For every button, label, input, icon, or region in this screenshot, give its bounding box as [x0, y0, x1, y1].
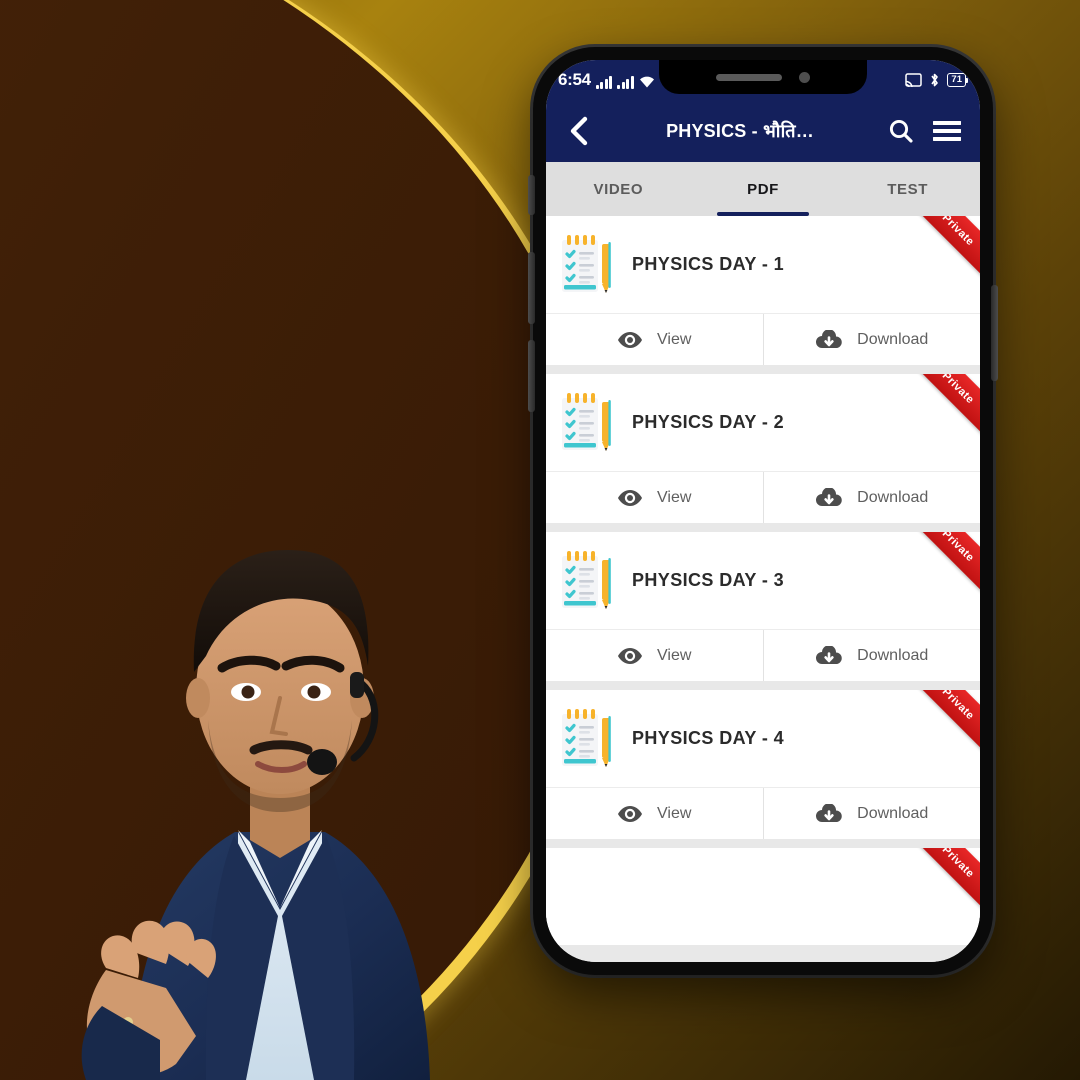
notepad-checklist-pen-icon [562, 392, 611, 451]
private-ribbon-badge: Private [906, 848, 980, 914]
view-button[interactable]: View [546, 788, 763, 839]
download-label: Download [857, 804, 929, 822]
app-bar: PHYSICS - भौति… [546, 100, 980, 162]
page-title: PHYSICS - भौति… [666, 121, 814, 141]
eye-icon [618, 805, 643, 822]
phone-mockup: 6:54 71 PHYSICS - भौति… VIDEO PDF TEST P… [528, 47, 998, 975]
list-item-actions: View Download [546, 313, 980, 365]
cloud-download-icon [816, 487, 842, 506]
notepad-checklist-pen-icon [562, 234, 611, 293]
tab-pdf[interactable]: PDF [691, 162, 836, 216]
earpiece-speaker-icon [716, 73, 782, 81]
front-camera-icon [799, 71, 810, 83]
list-item-actions: View Download [546, 471, 980, 523]
list-item-title: PHYSICS DAY - 3 [632, 570, 785, 590]
cast-icon [905, 73, 923, 87]
signal-bars-sim2-icon [617, 75, 634, 89]
private-ribbon-badge: Private [906, 374, 980, 440]
list-item-actions: View Download [546, 629, 980, 681]
list-item-header: PHYSICS DAY - 1 Private [546, 216, 980, 313]
battery-indicator: 71 [947, 72, 968, 88]
view-button[interactable]: View [546, 630, 763, 681]
download-button[interactable]: Download [762, 472, 981, 523]
list-item[interactable]: PHYSICS DAY - 4 Private View Download [546, 690, 980, 839]
list-item-title: PHYSICS DAY - 1 [632, 254, 785, 274]
download-button[interactable]: Download [762, 314, 981, 365]
content-tabs: VIDEO PDF TEST [546, 162, 980, 216]
search-button[interactable] [882, 112, 920, 150]
pdf-list[interactable]: PHYSICS DAY - 1 Private View Download PH… [546, 216, 980, 962]
phone-power-button[interactable] [991, 285, 998, 381]
cloud-download-icon [816, 645, 842, 664]
menu-button[interactable] [928, 112, 966, 150]
download-button[interactable]: Download [762, 788, 981, 839]
bluetooth-icon [931, 73, 939, 87]
view-label: View [657, 488, 692, 506]
list-item[interactable]: PHYSICS DAY - 2 Private View Download [546, 374, 980, 523]
eye-icon [618, 647, 643, 664]
phone-mute-button[interactable] [528, 175, 535, 215]
poster-canvas: 6:54 71 PHYSICS - भौति… VIDEO PDF TEST P… [0, 0, 1080, 1080]
view-button[interactable]: View [546, 472, 763, 523]
list-item[interactable]: PHYSICS DAY - 1 Private View Download [546, 216, 980, 365]
status-time: 6:54 [558, 69, 591, 89]
phone-volume-down-button[interactable] [528, 340, 535, 412]
notepad-checklist-pen-icon [562, 708, 611, 767]
eye-icon [618, 489, 643, 506]
phone-screen: 6:54 71 PHYSICS - भौति… VIDEO PDF TEST P… [546, 60, 980, 962]
list-item-title: PHYSICS DAY - 4 [632, 728, 785, 748]
eye-icon [618, 331, 643, 348]
search-icon [889, 119, 913, 143]
private-ribbon-badge: Private [906, 216, 980, 282]
view-label: View [657, 646, 692, 664]
download-label: Download [857, 488, 929, 506]
notepad-checklist-pen-icon [562, 550, 611, 609]
cloud-download-icon [816, 803, 842, 822]
view-button[interactable]: View [546, 314, 763, 365]
list-item-actions: View Download [546, 787, 980, 839]
phone-notch [659, 60, 867, 94]
view-label: View [657, 330, 692, 348]
download-label: Download [857, 646, 929, 664]
presenter-photo [81, 550, 430, 1080]
signal-bars-sim1-icon [595, 75, 613, 89]
list-item[interactable]: PHYSICS DAY - 3 Private View Download [546, 532, 980, 681]
list-item-header: PHYSICS DAY - 2 Private [546, 374, 980, 471]
tab-test[interactable]: TEST [835, 162, 980, 216]
back-button[interactable] [560, 112, 598, 150]
phone-volume-up-button[interactable] [528, 252, 535, 324]
list-item-header: PHYSICS DAY - 4 Private [546, 690, 980, 787]
hamburger-menu-icon [933, 121, 961, 141]
cloud-download-icon [816, 329, 842, 348]
tab-video[interactable]: VIDEO [546, 162, 691, 216]
view-label: View [657, 804, 692, 822]
list-item-title: PHYSICS DAY - 2 [632, 412, 785, 432]
private-ribbon-badge: Private [906, 532, 980, 598]
wifi-icon [639, 76, 654, 87]
private-ribbon-badge: Private [906, 690, 980, 756]
list-item-partial[interactable]: Private [546, 848, 980, 945]
list-item-header: Private [546, 848, 980, 945]
download-button[interactable]: Download [762, 630, 981, 681]
download-label: Download [857, 330, 929, 348]
list-item-header: PHYSICS DAY - 3 Private [546, 532, 980, 629]
